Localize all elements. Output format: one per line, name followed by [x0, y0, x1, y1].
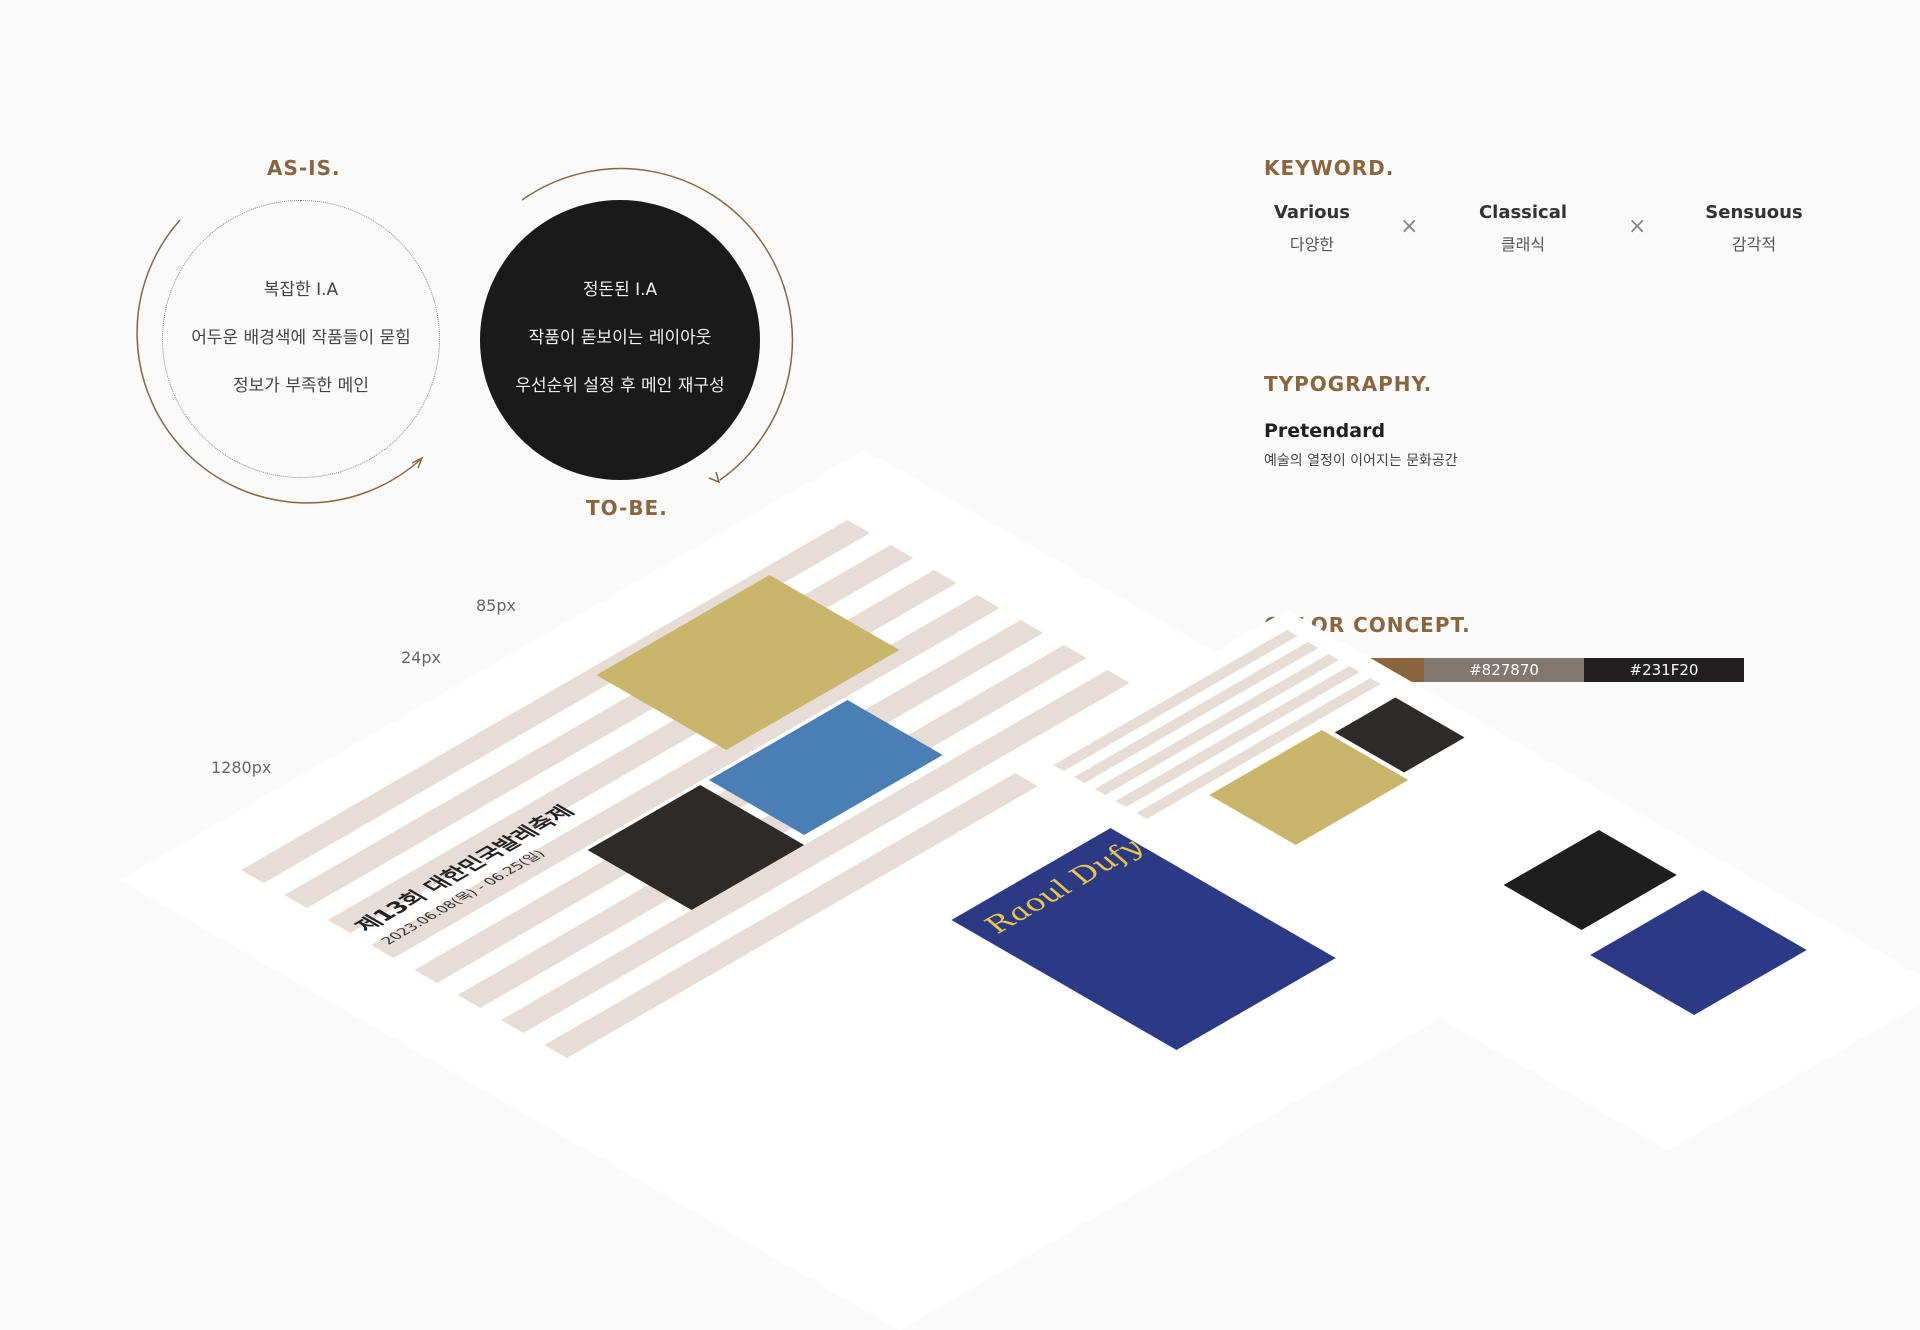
tobe-line: 우선순위 설정 후 메인 재구성 [515, 376, 725, 396]
keyword-en: Classical [1478, 202, 1568, 223]
typography-heading: TYPOGRAPHY. [1264, 372, 1433, 396]
keyword-heading: KEYWORD. [1264, 156, 1395, 180]
keyword-classical: Classical 클래식 [1473, 202, 1573, 255]
font-name: Pretendard [1264, 420, 1386, 442]
keyword-ko: 클래식 [1500, 235, 1546, 254]
asis-line: 어두운 배경색에 작품들이 묻힘 [191, 328, 411, 348]
tobe-line: 정돈된 I.A [582, 280, 658, 300]
keyword-ko: 감각적 [1731, 235, 1777, 254]
tobe-line: 작품이 돋보이는 레이아웃 [528, 328, 712, 348]
keyword-en: Various [1273, 202, 1351, 223]
multiply-icon: × [1400, 214, 1419, 239]
keyword-sensuous: Sensuous 감각적 [1704, 202, 1804, 255]
font-sample-text: 예술의 열정이 이어지는 문화공간 [1264, 453, 1458, 469]
color-swatch-dark: #231F20 [1584, 658, 1744, 682]
color-swatch-grey: #827870 [1424, 658, 1584, 682]
dimension-85px: 85px [476, 596, 516, 615]
asis-line: 정보가 부족한 메인 [233, 376, 369, 396]
tobe-text-list: 정돈된 I.A 작품이 돋보이는 레이아웃 우선순위 설정 후 메인 재구성 [480, 266, 760, 410]
dimension-24px: 24px [401, 648, 441, 667]
multiply-icon: × [1628, 214, 1647, 239]
keyword-ko: 다양한 [1289, 235, 1335, 254]
asis-text-list: 복잡한 I.A 어두운 배경색에 작품들이 묻힘 정보가 부족한 메인 [162, 266, 440, 410]
keyword-en: Sensuous [1705, 202, 1803, 223]
asis-line: 복잡한 I.A [263, 280, 339, 300]
dimension-1280px: 1280px [211, 758, 272, 777]
keyword-various: Various 다양한 [1262, 202, 1362, 255]
